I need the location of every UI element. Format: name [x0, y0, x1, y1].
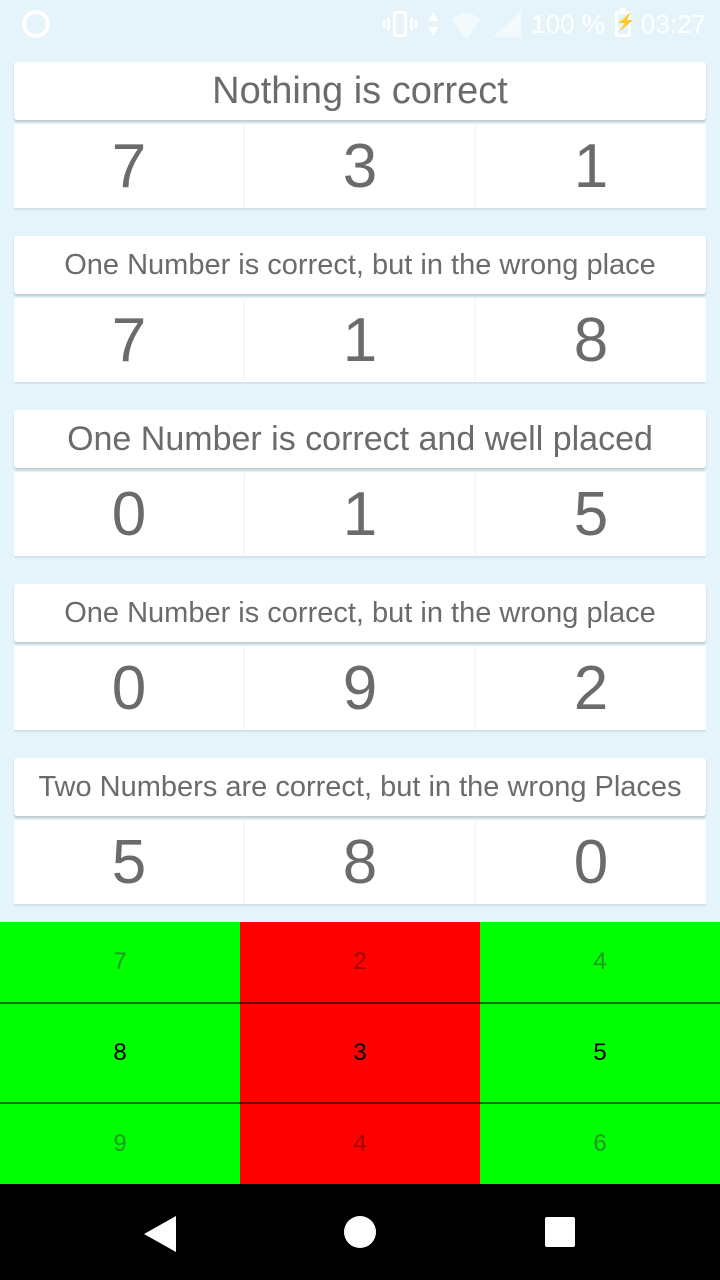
clue-digit: 1 — [475, 124, 706, 208]
clue-digit: 7 — [14, 298, 244, 382]
digit-wheel-1[interactable]: 7 8 9 — [0, 922, 240, 1184]
clue-digit: 3 — [244, 124, 475, 208]
clue-hint: Nothing is correct — [14, 62, 706, 120]
wifi-icon — [449, 11, 483, 37]
clue-digit: 0 — [475, 820, 706, 904]
wheel-option-below[interactable]: 6 — [480, 1104, 720, 1184]
system-nav-bar — [0, 1184, 720, 1280]
recents-square-icon[interactable] — [545, 1217, 575, 1247]
home-circle-icon[interactable] — [344, 1216, 376, 1248]
clue-digit: 8 — [244, 820, 475, 904]
clue-digits: 5 8 0 — [14, 820, 706, 904]
clue-digits: 7 1 8 — [14, 298, 706, 382]
notification-ring-icon — [22, 10, 50, 38]
wheel-option-below[interactable]: 9 — [0, 1104, 240, 1184]
vibrate-icon — [383, 11, 418, 37]
status-bar: 100 % 03:27 — [0, 0, 720, 48]
clock: 03:27 — [640, 8, 706, 39]
clue-digit: 1 — [244, 472, 475, 556]
clue-digit: 8 — [475, 298, 706, 382]
clue-card: One Number is correct, but in the wrong … — [14, 236, 706, 410]
clue-digit: 9 — [244, 646, 475, 730]
clue-card: Two Numbers are correct, but in the wron… — [14, 758, 706, 932]
wheel-option-above[interactable]: 4 — [480, 922, 720, 1002]
clue-digits: 0 1 5 — [14, 472, 706, 556]
clue-digit: 5 — [14, 820, 244, 904]
number-picker: 7 8 9 2 3 4 4 5 6 — [0, 922, 720, 1184]
battery-percent: 100 % — [531, 8, 605, 39]
clue-digit: 2 — [475, 646, 706, 730]
clue-digit: 7 — [14, 124, 244, 208]
wheel-option-above[interactable]: 7 — [0, 922, 240, 1002]
cell-signal-icon — [493, 11, 521, 37]
clue-card: One Number is correct and well placed 0 … — [14, 410, 706, 584]
clue-list: Nothing is correct 7 3 1 One Number is c… — [14, 62, 706, 932]
wheel-option-above[interactable]: 2 — [240, 922, 480, 1002]
wheel-selected-value[interactable]: 3 — [240, 1002, 480, 1104]
battery-charging-icon — [614, 8, 636, 37]
clue-card: Nothing is correct 7 3 1 — [14, 62, 706, 236]
clue-digit: 0 — [14, 472, 244, 556]
clue-hint: One Number is correct, but in the wrong … — [14, 236, 706, 294]
clue-card: One Number is correct, but in the wrong … — [14, 584, 706, 758]
clue-digit: 0 — [14, 646, 244, 730]
clue-digit: 5 — [475, 472, 706, 556]
back-triangle-icon[interactable] — [144, 1216, 176, 1252]
clue-digits: 7 3 1 — [14, 124, 706, 208]
clue-digits: 0 9 2 — [14, 646, 706, 730]
clue-hint: Two Numbers are correct, but in the wron… — [14, 758, 706, 816]
digit-wheel-2[interactable]: 2 3 4 — [240, 922, 480, 1184]
status-icons: 100 % 03:27 — [383, 6, 706, 42]
data-transfer-icon — [427, 11, 439, 37]
clue-hint: One Number is correct, but in the wrong … — [14, 584, 706, 642]
clue-digit: 1 — [244, 298, 475, 382]
wheel-option-below[interactable]: 4 — [240, 1104, 480, 1184]
wheel-selected-value[interactable]: 8 — [0, 1002, 240, 1104]
clue-hint: One Number is correct and well placed — [14, 410, 706, 468]
digit-wheel-3[interactable]: 4 5 6 — [480, 922, 720, 1184]
wheel-selected-value[interactable]: 5 — [480, 1002, 720, 1104]
